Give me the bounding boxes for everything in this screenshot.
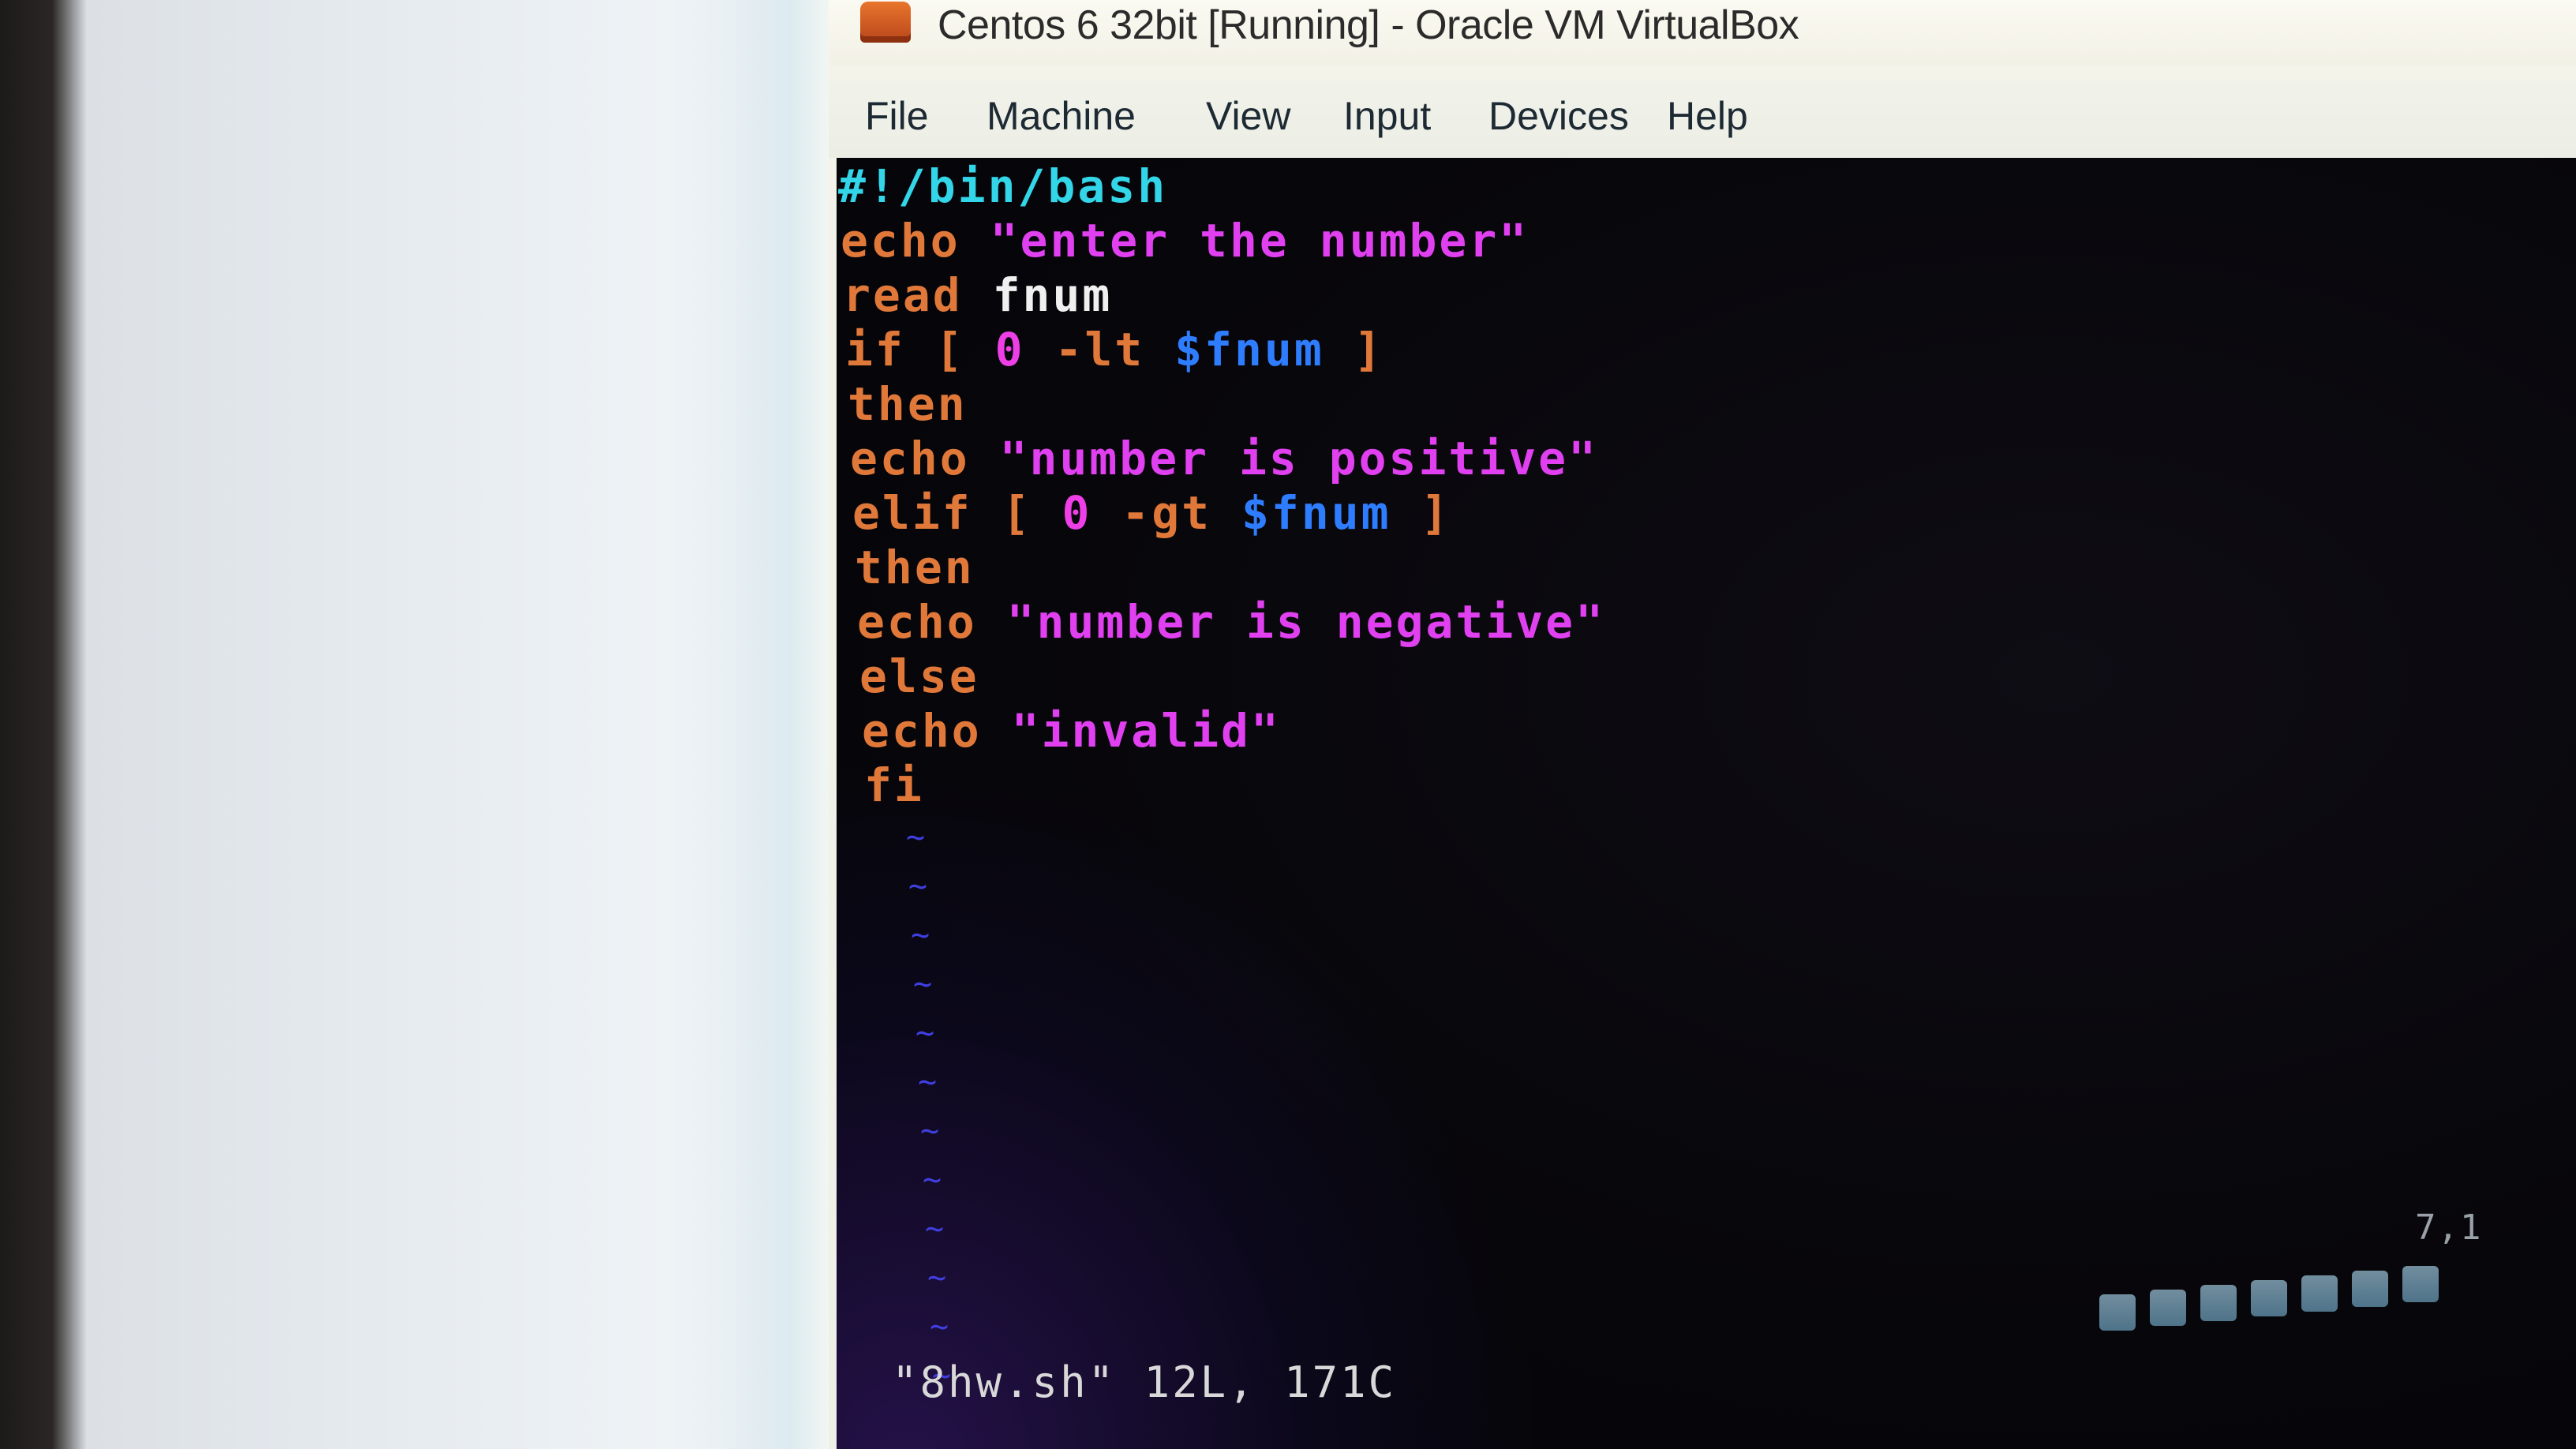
code-line: then bbox=[837, 541, 2576, 595]
code-token-op: ] bbox=[1391, 486, 1451, 540]
optical-drive-icon[interactable] bbox=[2150, 1290, 2186, 1326]
virtualbox-app-icon[interactable] bbox=[860, 2, 911, 43]
menu-file[interactable]: File bbox=[865, 93, 929, 139]
vim-empty-line-marker: ~ bbox=[923, 1162, 942, 1198]
menu-input[interactable]: Input bbox=[1343, 93, 1431, 139]
vm-console-screen[interactable]: #!/bin/bash echo "enter the number" read f… bbox=[837, 158, 2576, 1449]
code-token-kw: else bbox=[859, 650, 979, 703]
code-line: echo "invalid" bbox=[837, 704, 2576, 758]
usb-icon[interactable] bbox=[2251, 1280, 2287, 1316]
monitor-desktop-area bbox=[0, 0, 837, 1449]
title-bar[interactable]: Centos 6 32bit [Running] - Oracle VM Vir… bbox=[829, 0, 2576, 65]
code-token-op: [ bbox=[1002, 486, 1062, 540]
monitor-bezel bbox=[0, 0, 87, 1449]
code-token-str: "invalid" bbox=[1011, 704, 1281, 758]
code-token-var: $fnum bbox=[1174, 323, 1324, 376]
capture-icon[interactable] bbox=[2402, 1266, 2439, 1302]
code-token-plain: fnum bbox=[992, 268, 1113, 322]
code-line: echo "enter the number" bbox=[837, 214, 2576, 268]
code-token-kw: read bbox=[843, 268, 993, 322]
code-token-num: 0 bbox=[1061, 486, 1092, 540]
vim-empty-line-marker: ~ bbox=[920, 1113, 940, 1149]
code-line: elif [ 0 -gt $fnum ] bbox=[837, 486, 2576, 541]
code-token-shebang: #!/bin/bash bbox=[838, 159, 1168, 213]
code-token-kw: echo bbox=[862, 704, 1012, 758]
code-token-op: -gt bbox=[1091, 486, 1241, 540]
code-token-op: [ bbox=[934, 323, 995, 376]
code-line: fi bbox=[837, 758, 2576, 813]
code-token-kw: if bbox=[845, 323, 935, 376]
code-token-op: -lt bbox=[1024, 323, 1175, 376]
code-line: else bbox=[837, 650, 2576, 704]
menu-devices[interactable]: Devices bbox=[1488, 93, 1629, 139]
code-token-str: "enter the number" bbox=[990, 214, 1530, 268]
code-token-str: "number is negative" bbox=[1006, 595, 1605, 649]
code-token-num: 0 bbox=[994, 323, 1025, 376]
shared-folders-icon[interactable] bbox=[2301, 1275, 2338, 1312]
code-line: echo "number is negative" bbox=[837, 595, 2576, 650]
code-token-str: "number is positive" bbox=[999, 432, 1598, 485]
window-title: Centos 6 32bit [Running] - Oracle VM Vir… bbox=[938, 2, 1799, 48]
code-line: echo "number is positive" bbox=[837, 432, 2576, 486]
network-icon[interactable] bbox=[2200, 1285, 2237, 1321]
vim-editor-buffer[interactable]: #!/bin/bash echo "enter the number" read f… bbox=[837, 158, 2576, 1394]
code-line: then bbox=[837, 377, 2576, 432]
vim-empty-line-marker: ~ bbox=[906, 819, 926, 856]
code-line: if [ 0 -lt $fnum ] bbox=[837, 323, 2576, 377]
code-token-kw: then bbox=[855, 541, 975, 594]
code-token-op: ] bbox=[1324, 323, 1384, 376]
menu-help[interactable]: Help bbox=[1667, 93, 1748, 139]
vim-empty-line-marker: ~ bbox=[925, 1211, 945, 1247]
hard-disk-icon[interactable] bbox=[2099, 1294, 2136, 1331]
code-token-kw: elif bbox=[852, 486, 1002, 540]
code-token-kw: echo bbox=[841, 214, 990, 268]
menu-view[interactable]: View bbox=[1206, 93, 1290, 139]
vim-empty-line-marker: ~ bbox=[911, 917, 930, 953]
vim-empty-line-marker: ~ bbox=[918, 1064, 938, 1100]
code-token-kw: echo bbox=[850, 432, 1000, 485]
vim-cursor-position: 7,1 bbox=[2415, 1208, 2483, 1248]
display-icon[interactable] bbox=[2352, 1271, 2388, 1307]
vim-empty-line-marker: ~ bbox=[913, 966, 933, 1002]
code-line: #!/bin/bash bbox=[837, 159, 2576, 214]
vim-status-message: "8hw.sh" 12L, 171C bbox=[892, 1357, 1397, 1407]
window-edge bbox=[734, 0, 829, 1449]
code-line: read fnum bbox=[837, 268, 2576, 323]
code-token-var: $fnum bbox=[1241, 486, 1391, 540]
code-token-kw: then bbox=[848, 377, 968, 431]
vim-empty-line-marker: ~ bbox=[915, 1015, 935, 1051]
code-token-kw: fi bbox=[864, 758, 924, 812]
menu-machine[interactable]: Machine bbox=[987, 93, 1136, 139]
code-token-kw: echo bbox=[857, 595, 1007, 649]
vim-empty-line-marker: ~ bbox=[908, 868, 928, 904]
